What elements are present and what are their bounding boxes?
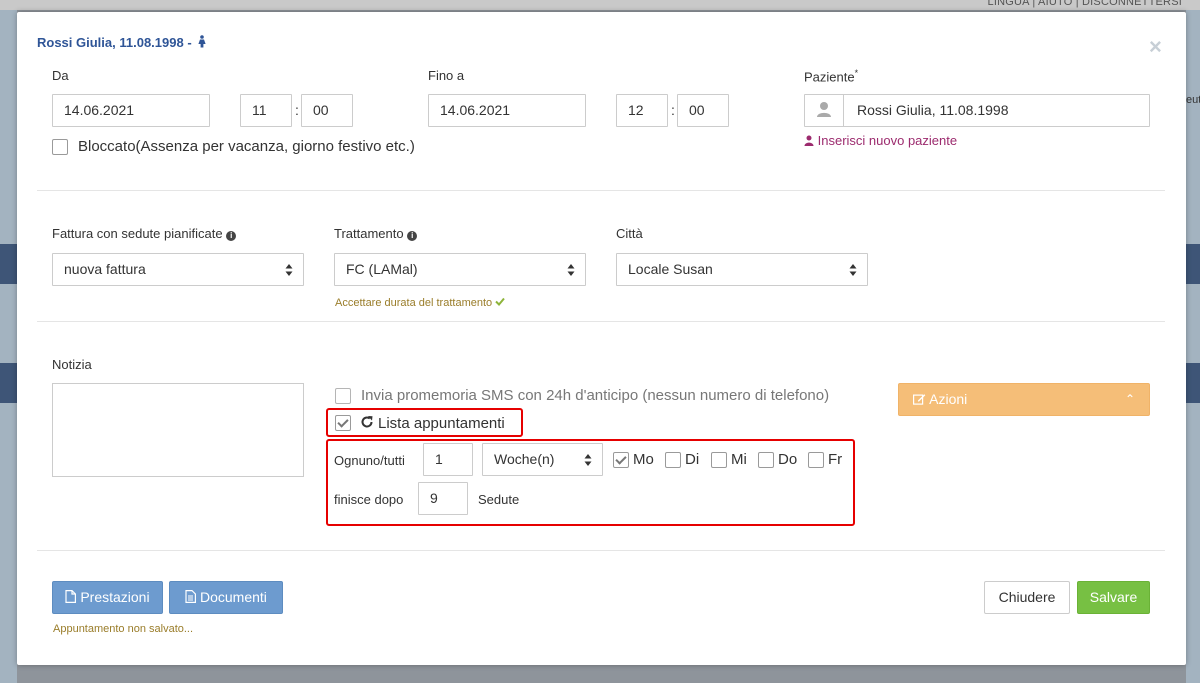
day-checkbox-do[interactable] — [758, 452, 774, 468]
divider — [37, 550, 1165, 551]
city-select[interactable]: Locale Susan — [616, 253, 868, 286]
background-text-fragment: eut — [1186, 94, 1200, 106]
from-hour-input[interactable]: 11 — [240, 94, 292, 127]
select-arrows-icon — [285, 264, 293, 276]
check-icon — [495, 297, 505, 306]
required-mark: * — [854, 68, 859, 78]
actions-button-label: Azioni — [929, 391, 968, 407]
appointment-modal: Rossi Giulia, 11.08.1998 - × Da 14.06.20… — [17, 12, 1186, 665]
services-button[interactable]: Prestazioni — [52, 581, 163, 614]
sms-reminder-checkbox[interactable] — [335, 388, 351, 404]
day-label-fr: Fr — [828, 451, 843, 468]
sessions-label: Sedute — [478, 492, 520, 507]
background-top-nav: LINGUA | AIUTO | DISCONNETTERSI — [0, 0, 1200, 10]
background-band-right-2 — [1186, 363, 1200, 403]
from-time-separator: : — [295, 102, 299, 118]
background-band-right — [1186, 244, 1200, 284]
interval-unit-value: Woche(n) — [494, 451, 555, 467]
invoice-select[interactable]: nuova fattura — [52, 253, 304, 286]
info-icon: i — [226, 231, 237, 241]
select-arrows-icon — [584, 454, 592, 466]
documents-button[interactable]: Documenti — [169, 581, 283, 614]
sms-reminder-label: Invia promemoria SMS con 24h d'anticipo … — [361, 387, 830, 404]
to-time-separator: : — [671, 102, 675, 118]
treatment-select-value: FC (LAMal) — [346, 261, 418, 277]
patient-label-text: Paziente — [804, 69, 855, 85]
city-label: Città — [616, 226, 643, 241]
user-small-icon — [804, 135, 814, 146]
close-button[interactable]: Chiudere — [984, 581, 1070, 614]
day-checkbox-mi[interactable] — [711, 452, 727, 468]
recurrence-label: Lista appuntamenti — [378, 415, 505, 432]
new-patient-link[interactable]: Inserisci nuovo paziente — [804, 133, 957, 148]
accept-duration-note[interactable]: Accettare durata del trattamento — [335, 297, 505, 309]
treatment-select[interactable]: FC (LAMal) — [334, 253, 586, 286]
close-icon[interactable]: × — [1149, 36, 1162, 58]
from-label: Da — [52, 68, 69, 83]
patient-field[interactable]: Rossi Giulia, 11.08.1998 — [804, 94, 1150, 127]
accept-duration-text: Accettare durata del trattamento — [335, 297, 493, 309]
refresh-icon — [360, 415, 374, 432]
city-select-value: Locale Susan — [628, 261, 713, 277]
day-checkbox-di[interactable] — [665, 452, 681, 468]
day-label-di: Di — [685, 451, 700, 468]
invoice-label: Fattura con sedute pianificate i — [52, 226, 237, 241]
top-nav-links[interactable]: LINGUA | AIUTO | DISCONNETTERSI — [988, 0, 1182, 8]
background-left-edge — [0, 0, 17, 683]
select-arrows-icon — [849, 264, 857, 276]
to-hour-input[interactable]: 12 — [616, 94, 668, 127]
day-checkbox-fr[interactable] — [808, 452, 824, 468]
ends-after-label: finisce dopo — [334, 492, 404, 507]
invoice-select-value: nuova fattura — [64, 261, 146, 277]
note-label: Notizia — [52, 357, 92, 372]
unsaved-note: Appuntamento non salvato... — [53, 623, 194, 635]
new-patient-link-text: Inserisci nuovo paziente — [817, 133, 958, 148]
modal-title: Rossi Giulia, 11.08.1998 - — [37, 35, 207, 50]
recurrence-checkbox[interactable] — [335, 415, 351, 431]
to-label: Fino a — [428, 68, 465, 83]
from-date-input[interactable]: 14.06.2021 — [52, 94, 210, 127]
divider — [37, 190, 1165, 191]
modal-title-text: Rossi Giulia, 11.08.1998 - — [37, 35, 192, 50]
actions-button[interactable]: Azioni ⌃ — [898, 383, 1150, 416]
ends-after-input[interactable]: 9 — [418, 482, 468, 515]
day-checkbox-mo[interactable] — [613, 452, 629, 468]
user-icon — [805, 95, 844, 126]
select-arrows-icon — [567, 264, 575, 276]
blocked-label: Bloccato(Assenza per vacanza, giorno fes… — [78, 138, 415, 155]
background-band-left — [0, 244, 17, 284]
every-label: Ognuno/tutti — [334, 453, 405, 468]
chevron-up-icon: ⌃ — [1124, 392, 1135, 406]
day-label-do: Do — [778, 451, 798, 468]
blocked-checkbox[interactable] — [52, 139, 68, 155]
treatment-label: Trattamento i — [334, 226, 418, 241]
edit-icon — [913, 394, 926, 405]
day-label-mi: Mi — [731, 451, 747, 468]
patient-label: Paziente* — [804, 68, 858, 84]
file-text-icon — [185, 590, 197, 603]
file-icon — [65, 590, 77, 603]
to-minute-input[interactable]: 00 — [677, 94, 729, 127]
patient-value: Rossi Giulia, 11.08.1998 — [857, 102, 1009, 118]
note-textarea[interactable] — [52, 383, 304, 477]
day-label-mo: Mo — [633, 451, 654, 468]
female-icon — [198, 35, 206, 48]
services-button-label: Prestazioni — [80, 589, 150, 605]
divider — [37, 321, 1165, 322]
every-input[interactable]: 1 — [423, 443, 473, 476]
interval-unit-select[interactable]: Woche(n) — [482, 443, 603, 476]
save-button[interactable]: Salvare — [1077, 581, 1150, 614]
from-minute-input[interactable]: 00 — [301, 94, 353, 127]
info-icon: i — [407, 231, 418, 241]
treatment-label-text: Trattamento — [334, 226, 404, 241]
invoice-label-text: Fattura con sedute pianificate — [52, 226, 223, 241]
background-band-left-2 — [0, 363, 17, 403]
to-date-input[interactable]: 14.06.2021 — [428, 94, 586, 127]
documents-button-label: Documenti — [199, 589, 267, 605]
